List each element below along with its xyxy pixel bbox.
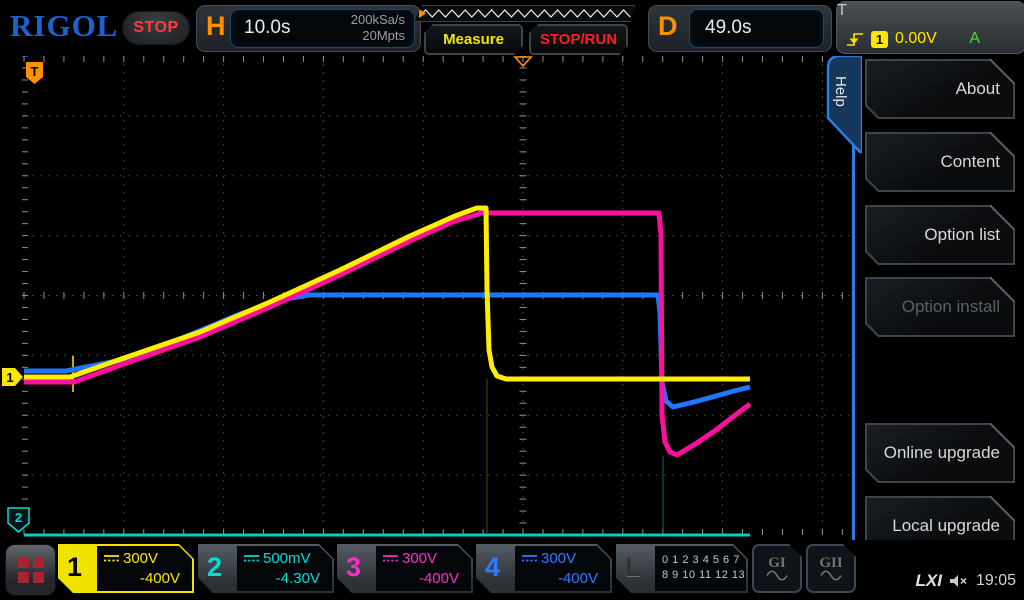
- channel-number: 1: [67, 552, 83, 582]
- horizontal-position-strip[interactable]: [414, 5, 635, 22]
- menu-button-content[interactable]: Content: [865, 132, 1015, 192]
- logic-channels-badge[interactable]: L 0 1 2 3 4 5 6 7 8 9 10 11 12 13 14 15: [616, 544, 748, 593]
- sine-wave-icon: [820, 570, 842, 581]
- channel-2-marker-label: 2: [15, 510, 22, 525]
- channel-4-badge[interactable]: 4 300V -400V: [476, 544, 612, 593]
- channel-3-badge[interactable]: 3 300V -400V: [337, 544, 473, 593]
- menu-button-about[interactable]: About: [865, 59, 1015, 119]
- menu-button-label: Content: [940, 152, 1000, 171]
- edge-trigger-icon: [847, 32, 863, 46]
- dc-coupling-icon: [104, 554, 119, 562]
- trigger-box[interactable]: 1 0.00V A: [837, 20, 990, 58]
- status-readout: LXI 19:05: [916, 571, 1017, 591]
- grid-icon: [17, 557, 44, 583]
- measure-button[interactable]: Measure: [424, 24, 523, 55]
- channel-scale: 500mV: [263, 550, 311, 567]
- trigger-settings-group[interactable]: T 1 0.00V A: [836, 1, 1024, 54]
- dc-coupling-icon: [522, 554, 537, 562]
- menu-button-option-list[interactable]: Option list: [865, 205, 1015, 265]
- rigol-logo: RIGOL: [10, 8, 119, 43]
- delay-settings-group[interactable]: D 49.0s: [648, 5, 832, 52]
- logic-row-2: 8 9 10 11 12 13 14 15: [662, 569, 779, 581]
- channel-2-badge[interactable]: 2 500mV -4.30V: [198, 544, 334, 593]
- channel-scale: 300V: [402, 550, 438, 567]
- help-tab-label: Help: [832, 76, 849, 107]
- trigger-marker-label: T: [31, 64, 39, 79]
- help-tab[interactable]: Help: [820, 54, 862, 158]
- dc-coupling-icon: [383, 554, 398, 562]
- generator-1-badge[interactable]: GI: [752, 544, 802, 593]
- menu-button-option-install: Option install: [865, 277, 1015, 337]
- channel-readout: 300V -400V: [97, 546, 192, 591]
- channel-scale: 300V: [123, 550, 159, 567]
- trigger-mode-indicator: A: [969, 30, 980, 47]
- channel-number: 3: [346, 552, 362, 582]
- delay-value: 49.0s: [705, 17, 752, 38]
- channel-readout: 300V -400V: [376, 546, 471, 591]
- horizontal-label: H: [206, 11, 226, 41]
- trace-ch4: [24, 292, 751, 410]
- generator-2-badge[interactable]: GII: [806, 544, 856, 593]
- logic-readout: 0 1 2 3 4 5 6 7 8 9 10 11 12 13 14 15: [655, 546, 746, 591]
- generator-label: GII: [819, 555, 843, 571]
- samplerate-readout: 200kSa/s 20Mpts: [351, 12, 405, 44]
- speaker-muted-icon: [949, 574, 967, 587]
- top-status-bar: RIGOL STOP H 10.0s 200kSa/s 20Mpts Measu…: [0, 0, 1024, 56]
- menu-button-label: Option list: [924, 225, 1000, 244]
- horizontal-settings-group[interactable]: H 10.0s 200kSa/s 20Mpts: [196, 5, 421, 52]
- channel-readout: 300V -400V: [515, 546, 610, 591]
- channel-1-marker-label: 1: [6, 370, 13, 385]
- clock: 19:05: [975, 572, 1016, 589]
- channel-offset: -400V: [139, 570, 180, 587]
- trigger-source-badge: 1: [871, 30, 888, 48]
- dc-coupling-icon: [244, 554, 259, 562]
- help-menu-panel: About Content Option list Option install…: [852, 56, 1024, 562]
- channel-scale: 300V: [541, 550, 577, 567]
- oscilloscope-screen: T 1 2 RIGOL STOP H 10.0s 200kSa/s 20Mpts M…: [0, 0, 1024, 600]
- menu-grid-button[interactable]: [5, 544, 56, 596]
- sample-rate: 200kSa/s: [350, 12, 405, 27]
- delay-label: D: [658, 11, 678, 41]
- channel-number: 4: [485, 552, 501, 582]
- channel-offset: -4.30V: [275, 570, 320, 587]
- logic-row-1: 0 1 2 3 4 5 6 7: [662, 554, 740, 566]
- menu-button-label: About: [955, 79, 1000, 98]
- menu-button-label: Online upgrade: [883, 443, 1000, 462]
- trigger-label: T: [837, 2, 847, 19]
- channel-readout: 500mV -4.30V: [237, 546, 332, 591]
- generator-label: GI: [768, 555, 786, 571]
- timebase-box[interactable]: 10.0s 200kSa/s 20Mpts: [230, 9, 415, 48]
- channel-offset: -400V: [557, 570, 598, 587]
- timebase-value: 10.0s: [244, 17, 291, 38]
- stop-run-button[interactable]: STOP/RUN: [529, 24, 628, 55]
- channel-1-badge[interactable]: 1 300V -400V: [58, 544, 194, 593]
- memory-depth: 20Mpts: [362, 28, 405, 43]
- channel-number: 2: [207, 552, 223, 582]
- waveform-display: T 1 2: [2, 55, 855, 537]
- waveform-preview-icon: [415, 6, 634, 21]
- run-state-badge: STOP: [122, 11, 190, 45]
- menu-button-online-upgrade[interactable]: Online upgrade: [865, 423, 1015, 483]
- trigger-level-value: 0.00V: [895, 30, 937, 47]
- channel-status-bar: 1 300V -400V 2 500mV -4.30V 3 300V -400V: [0, 540, 1024, 600]
- delay-box[interactable]: 49.0s: [689, 9, 824, 48]
- channel-offset: -400V: [418, 570, 459, 587]
- sine-wave-icon: [766, 570, 788, 581]
- lxi-indicator: LXI: [915, 571, 942, 590]
- menu-button-label: Option install: [901, 297, 1000, 316]
- menu-button-label: Local upgrade: [892, 516, 1000, 535]
- logic-label: L: [625, 552, 642, 582]
